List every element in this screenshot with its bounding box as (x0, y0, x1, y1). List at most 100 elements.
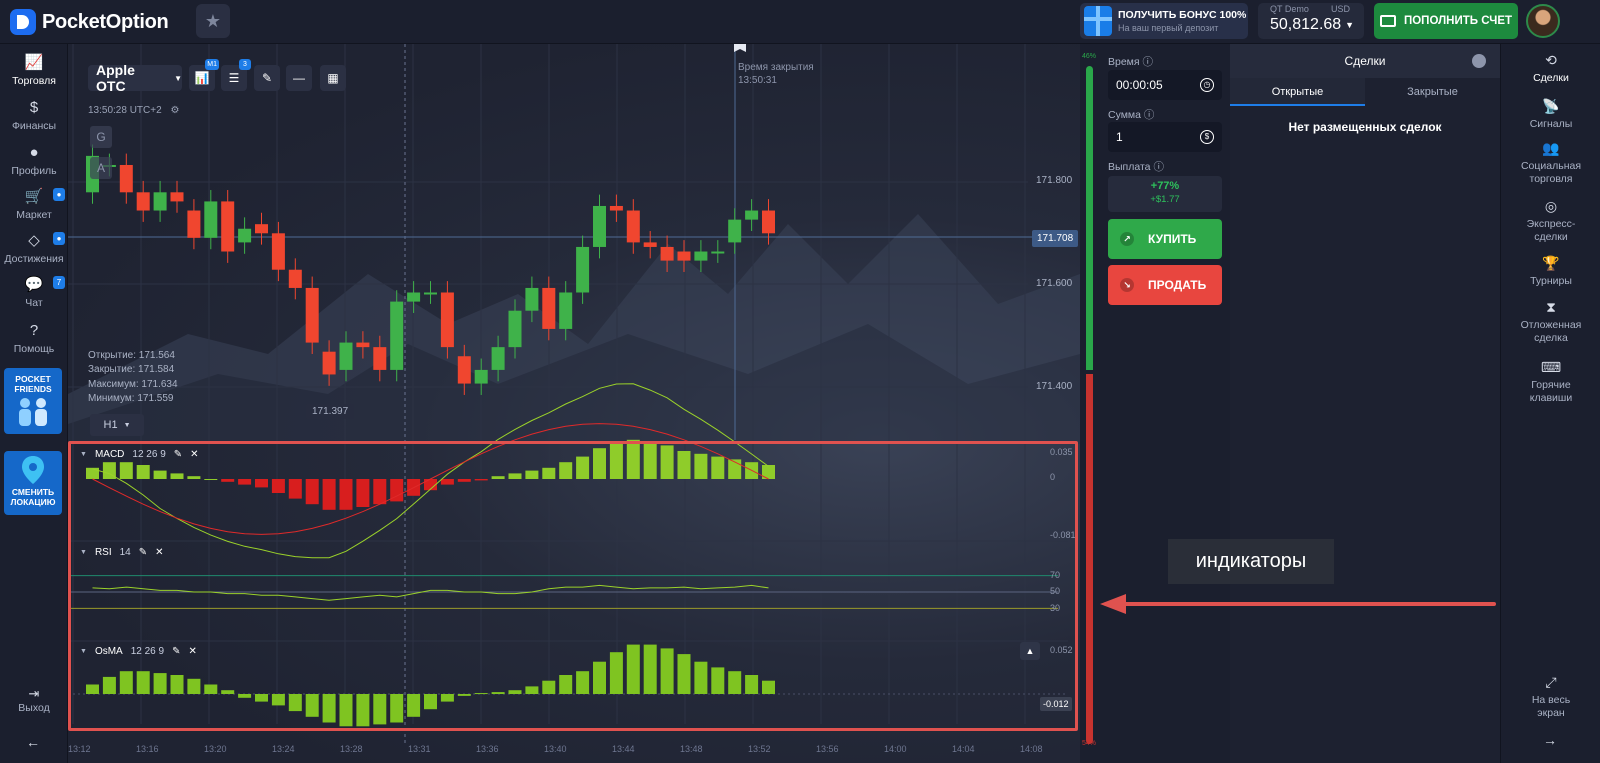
layout-button[interactable]: ▦ (320, 65, 346, 91)
account-selector[interactable]: QT Demo USD 50,812.68 ▼ (1258, 3, 1364, 39)
candle-body (711, 251, 725, 254)
time-tick: 13:16 (136, 744, 159, 754)
sidebar-item-achievements[interactable]: ● ◇ Достижения (0, 232, 68, 265)
indicator-name: MACD (94, 449, 125, 460)
tab-open-deals[interactable]: Открытые (1230, 78, 1365, 106)
exit-button[interactable]: ⇥ Выход (0, 686, 68, 714)
rnav-social-trading[interactable]: 👥 Социальная торговля (1501, 140, 1600, 186)
logo-text: PocketOption (42, 10, 169, 33)
pencil-icon[interactable]: ✎ (139, 547, 147, 558)
osma-bar (711, 667, 725, 694)
account-currency: USD (1330, 4, 1350, 14)
sellers-bar (1086, 374, 1093, 744)
help-icon[interactable]: ⓘ (1144, 109, 1155, 121)
candlestick-chart[interactable] (68, 44, 1080, 763)
caret-down-icon: ▼ (174, 73, 182, 83)
time-input[interactable]: 00:00:05 ◷ (1108, 70, 1222, 100)
pencil-icon[interactable]: ✎ (174, 449, 182, 460)
draw-button-g[interactable]: G (90, 126, 112, 148)
chart-type-button[interactable]: 📊 M1 (189, 59, 219, 91)
sidebar-item-help[interactable]: ? Помощь (0, 322, 68, 355)
deposit-button[interactable]: ПОПОЛНИТЬ СЧЕТ (1374, 3, 1518, 39)
trophy-icon: 🏆 (1542, 255, 1560, 271)
notification-badge: ● (53, 232, 65, 245)
ohlc-high: Максимум: 171.634 (88, 379, 178, 390)
time-tick: 13:36 (476, 744, 499, 754)
gear-icon[interactable]: ⚙ (170, 105, 179, 116)
collapse-caret-icon[interactable]: ▼ (80, 451, 87, 458)
sidebar-item-chat[interactable]: 7 💬 Чат (0, 276, 68, 309)
pencil-icon[interactable]: ✎ (172, 646, 180, 657)
rnav-hotkeys[interactable]: ⌨ Горячие клавиши (1501, 359, 1600, 405)
indicator-name: OsMA (94, 646, 123, 657)
line-tool-button[interactable]: — (286, 65, 312, 91)
osma-title: ▼ OsMA 12 26 9 ✎ ✕ (80, 646, 197, 657)
candle-body (677, 251, 691, 261)
amount-value: 1 (1116, 130, 1123, 144)
osma-bar (559, 675, 573, 694)
payout-label-text: Выплата (1108, 161, 1151, 173)
draw-button-a[interactable]: A (90, 157, 112, 179)
chart-area[interactable]: Apple OTC ▼ 📊 M1 ☰ 3 ✎ — ▦ 13:50:28 UTC+… (68, 44, 1080, 763)
clock-icon[interactable]: ◷ (1200, 78, 1214, 92)
candle-body (424, 292, 437, 295)
tab-closed-deals[interactable]: Закрытые (1365, 78, 1500, 106)
buyers-bar (1086, 66, 1093, 370)
time-tick: 13:40 (544, 744, 567, 754)
collapse-caret-icon[interactable]: ▼ (80, 549, 87, 556)
amount-input[interactable]: 1 $ (1108, 122, 1222, 152)
timeframe-selector[interactable]: H1 ▼ (90, 414, 144, 436)
osma-bar (221, 690, 235, 694)
bonus-banner[interactable]: ПОЛУЧИТЬ БОНУС 100% На ваш первый депози… (1080, 3, 1248, 39)
sidebar-item-finance[interactable]: $ Финансы (0, 99, 68, 132)
drawing-tools-button[interactable]: ✎ (254, 65, 280, 91)
price-tick: 171.800 (1036, 175, 1073, 186)
macd-bar (187, 476, 201, 479)
dollar-circle-icon[interactable]: $ (1200, 130, 1214, 144)
indicators-button[interactable]: ☰ 3 (221, 59, 251, 91)
help-icon[interactable]: ⓘ (1143, 56, 1154, 68)
list-icon[interactable] (1472, 54, 1486, 68)
time-tick: 13:24 (272, 744, 295, 754)
rnav-tournaments[interactable]: 🏆 Турниры (1501, 255, 1600, 288)
sidebar-item-market[interactable]: ● 🛒 Маркет (0, 188, 68, 221)
candle-body (457, 356, 471, 384)
help-icon[interactable]: ⓘ (1153, 161, 1164, 173)
pocket-friends-promo[interactable]: POCKET FRIENDS (4, 368, 62, 434)
rnav-label: Социальная торговля (1520, 160, 1582, 185)
arrow-left-icon[interactable]: ← (26, 734, 40, 750)
osma-bar (373, 694, 387, 725)
sidebar-item-trading[interactable]: 📈 Торговля (0, 54, 68, 87)
arrow-right-icon[interactable]: → (1543, 732, 1557, 748)
candle-body (474, 369, 488, 384)
friends-illustration-icon (19, 398, 47, 426)
sidebar-item-label: Профиль (11, 165, 57, 177)
rnav-pending-deal[interactable]: ⧗ Отложенная сделка (1501, 299, 1600, 345)
buy-button[interactable]: ↗ КУПИТЬ (1108, 219, 1222, 259)
close-icon[interactable]: ✕ (155, 547, 163, 558)
rnav-signals[interactable]: 📡 Сигналы (1501, 98, 1600, 131)
rnav-express-deals[interactable]: ◎ Экспресс-сделки (1501, 198, 1600, 244)
collapse-caret-icon[interactable]: ▼ (80, 648, 87, 655)
macd-bar (305, 479, 319, 505)
logo[interactable]: PocketOption (10, 6, 169, 38)
asset-selector[interactable]: Apple OTC ▼ (88, 62, 182, 94)
osma-bar (643, 644, 657, 694)
indicator-params: 14 (119, 547, 131, 558)
macd-bar (204, 479, 218, 480)
fullscreen-button[interactable]: ⤢ На весь экран (1501, 674, 1600, 720)
rnav-deals[interactable]: ⟲ Сделки (1501, 52, 1600, 85)
osma-bar (390, 694, 404, 723)
chevron-up-icon[interactable]: ▲ (1020, 642, 1040, 660)
sidebar-item-profile[interactable]: ● Профиль (0, 144, 68, 177)
time-tick: 13:56 (816, 744, 839, 754)
macd-bar (593, 448, 606, 479)
change-location-promo[interactable]: СМЕНИТЬ ЛОКАЦИЮ (4, 451, 62, 515)
close-icon[interactable]: ✕ (190, 449, 198, 460)
favorite-button[interactable]: ★ (196, 4, 230, 38)
close-icon[interactable]: ✕ (188, 646, 196, 657)
avatar[interactable] (1526, 4, 1560, 38)
osma-bar (660, 648, 674, 694)
sell-button[interactable]: ↘ ПРОДАТЬ (1108, 265, 1222, 305)
osma-bar (238, 694, 252, 698)
